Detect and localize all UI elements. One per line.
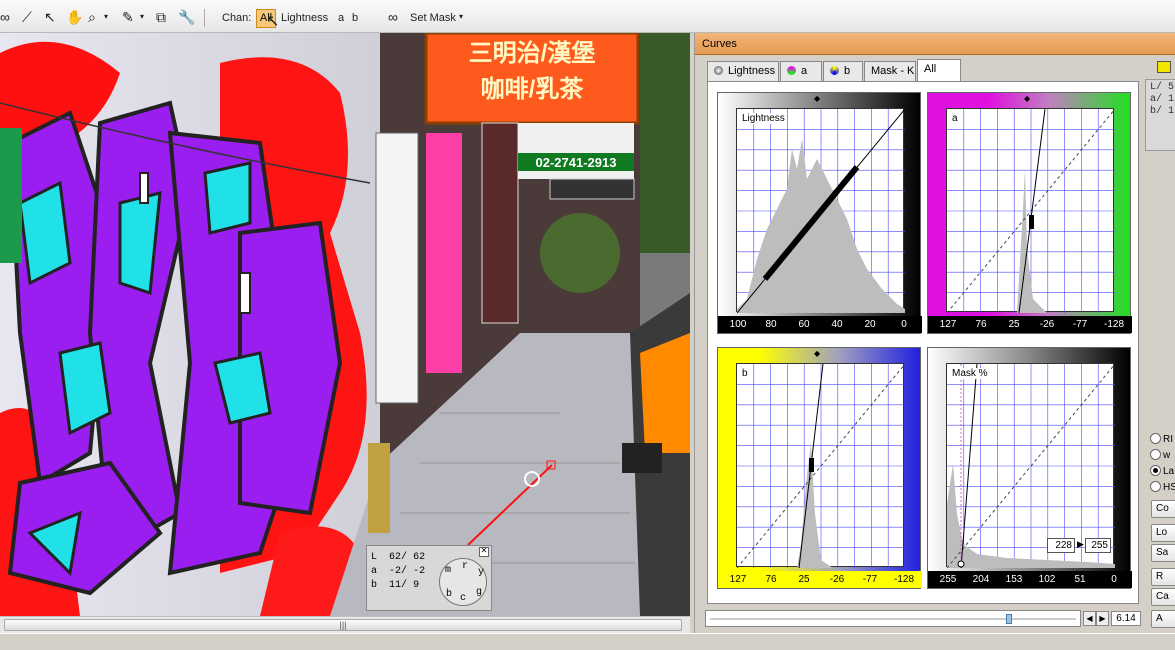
slider-knob[interactable] <box>1006 614 1012 624</box>
mask-input-field[interactable]: 228 <box>1047 538 1075 553</box>
radio-indicator <box>1150 433 1161 444</box>
slider-track <box>710 618 1076 620</box>
tab-all[interactable]: All <box>917 59 961 81</box>
curve-b[interactable]: ◆ b 127 76 25 -26 -77 -128 <box>717 347 922 589</box>
side-button-sa[interactable]: Sa <box>1151 544 1175 562</box>
side-button-a[interactable]: A <box>1151 610 1175 628</box>
curve-label: Mask % <box>951 368 989 379</box>
curve-plot <box>737 364 905 568</box>
lasso-icon[interactable]: ⟋ <box>22 9 32 25</box>
folder-icon[interactable] <box>1157 61 1171 73</box>
toolbar: ∞ ⟋ ↖ ✋ ⌕ ▾ ✎ ▾ ⧉ 🔧 Chan: All ↖ Lightnes… <box>0 0 1175 33</box>
slider-marker-icon[interactable]: ◆ <box>1024 95 1034 103</box>
curve-graph[interactable]: Mask % 228 ▶ 255 <box>946 363 1115 568</box>
mask-output-field[interactable]: 255 <box>1085 538 1111 553</box>
channel-a-button[interactable]: a <box>338 12 344 24</box>
zoom-value[interactable]: 6.14 <box>1111 611 1141 626</box>
radio-indicator <box>1150 465 1161 476</box>
curves-tab-content: ◆ Lightness 100 80 60 40 20 0 ◆ a 127 76… <box>707 81 1139 604</box>
zoom-icon[interactable]: ⌕ <box>88 9 96 25</box>
chevron-down-icon[interactable]: ▾ <box>104 9 108 25</box>
radio-lab[interactable]: La <box>1150 465 1175 479</box>
tab-b[interactable]: b <box>823 61 863 81</box>
cursor-icon: ↖ <box>266 13 280 30</box>
mini-readout: L/ 5 a/ 1 b/ 1 <box>1145 79 1175 151</box>
curve-graph[interactable]: b <box>736 363 905 568</box>
image-canvas[interactable]: 三明治/漢堡 咖啡/乳茶 02-2741-2913 ✕ L 62/ 62 a -… <box>0 33 690 616</box>
toolbar-separator <box>204 9 205 27</box>
close-icon[interactable]: ✕ <box>479 547 489 557</box>
pointer-icon[interactable]: ↖ <box>44 9 56 25</box>
curve-mask[interactable]: Mask % 228 ▶ 255 255 204 153 102 51 0 <box>927 347 1132 589</box>
sign-line-1: 三明治/漢堡 <box>469 39 596 67</box>
side-button-lo[interactable]: Lo <box>1151 524 1175 542</box>
arrow-left-icon[interactable]: ◀ <box>1083 611 1096 626</box>
axis-ticks: 127 76 25 -26 -77 -128 <box>928 316 1132 333</box>
radio-hsb[interactable]: HS <box>1150 481 1175 495</box>
chevron-down-icon[interactable]: ▾ <box>140 9 144 25</box>
radio-rgb[interactable]: RI <box>1150 433 1175 447</box>
axis-ticks: 255 204 153 102 51 0 <box>928 571 1132 588</box>
slider-marker-icon[interactable]: ◆ <box>814 95 824 103</box>
curve-plot <box>947 109 1115 313</box>
curve-graph[interactable]: Lightness <box>736 108 905 313</box>
curve-label: a <box>951 113 959 124</box>
lightness-icon <box>714 66 723 75</box>
curve-a[interactable]: ◆ a 127 76 25 -26 -77 -128 <box>927 92 1132 334</box>
photo-image: 三明治/漢堡 咖啡/乳茶 02-2741-2913 <box>0 33 690 616</box>
side-button-co[interactable]: Co <box>1151 500 1175 518</box>
wrench-icon[interactable]: 🔧 <box>178 9 195 25</box>
a-channel-icon <box>787 66 796 75</box>
curve-label: b <box>741 368 749 379</box>
copy-icon[interactable]: ⧉ <box>156 9 166 25</box>
horizontal-scrollbar[interactable]: ||| <box>0 616 690 633</box>
curve-label: Lightness <box>741 113 786 124</box>
sign-line-2: 咖啡/乳茶 <box>481 75 585 103</box>
color-dial: m r y b c g <box>439 558 487 606</box>
arrow-right-icon[interactable]: ▶ <box>1096 611 1109 626</box>
readout-row-b: b 11/ 9 <box>371 580 420 591</box>
status-bar <box>0 633 1175 650</box>
channel-b-button[interactable]: b <box>352 12 358 24</box>
chan-label: Chan: <box>222 12 252 24</box>
axis-ticks: 100 80 60 40 20 0 <box>718 316 922 333</box>
color-readout-panel[interactable]: ✕ L 62/ 62 a -2/ -2 b 11/ 9 m r y b c g <box>366 545 492 611</box>
hand-icon[interactable]: ✋ <box>66 9 83 25</box>
readout-row-l: L 62/ 62 <box>371 552 426 563</box>
b-channel-icon <box>830 66 839 75</box>
curve-lightness[interactable]: ◆ Lightness 100 80 60 40 20 0 <box>717 92 922 334</box>
curve-slider[interactable] <box>705 610 1081 627</box>
side-button-ca[interactable]: Ca <box>1151 588 1175 606</box>
tab-lightness[interactable]: Lightness <box>707 61 779 81</box>
curves-panel: Curves Lightness a b Mask - K All ◆ Ligh… <box>694 33 1175 633</box>
arrow-right-icon: ▶ <box>1077 539 1084 549</box>
eyedropper-icon[interactable]: ✎ <box>122 9 134 25</box>
slider-marker-icon[interactable]: ◆ <box>814 350 824 358</box>
channel-lightness-button[interactable]: Lightness <box>281 12 328 24</box>
tab-mask-k[interactable]: Mask - K <box>864 61 916 81</box>
radio-indicator <box>1150 481 1161 492</box>
set-mask-button[interactable]: Set Mask <box>410 12 456 24</box>
sign-phone: 02-2741-2913 <box>536 155 617 170</box>
scrollbar-thumb[interactable]: ||| <box>4 619 682 631</box>
tab-a[interactable]: a <box>780 61 822 81</box>
curve-graph[interactable]: a <box>946 108 1115 313</box>
radio-indicator <box>1150 449 1161 460</box>
glasses-icon[interactable]: ∞ <box>0 9 10 25</box>
mask-icon[interactable]: ∞ <box>388 9 398 25</box>
radio-w[interactable]: w <box>1150 449 1175 463</box>
readout-row-a: a -2/ -2 <box>371 566 426 577</box>
chevron-down-icon[interactable]: ▾ <box>459 9 463 25</box>
axis-ticks: 127 76 25 -26 -77 -128 <box>718 571 922 588</box>
curve-plot <box>737 109 905 313</box>
curves-title: Curves <box>695 33 1175 55</box>
side-button-r[interactable]: R <box>1151 568 1175 586</box>
